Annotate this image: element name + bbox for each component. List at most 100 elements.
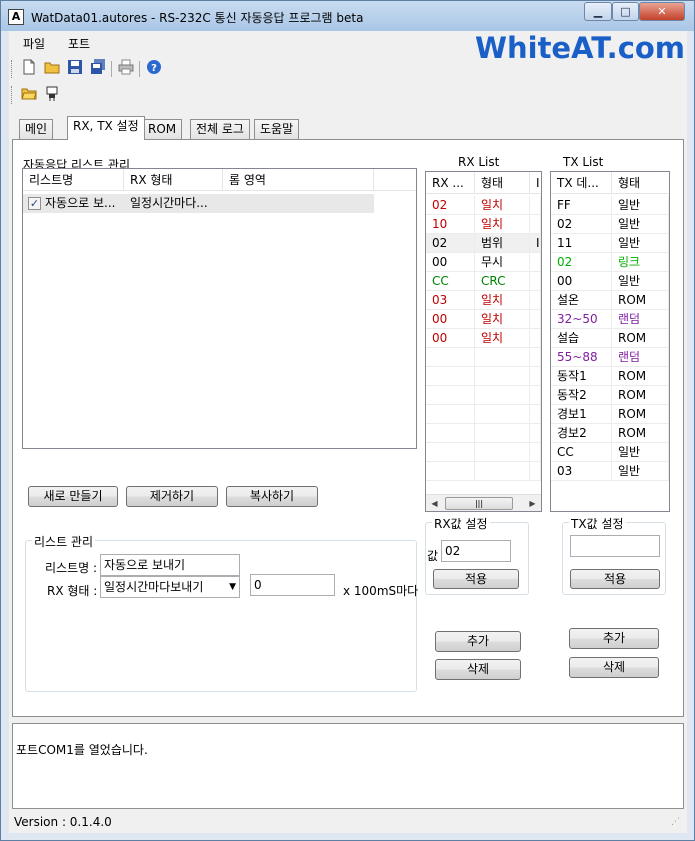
empty-grid-row: [426, 348, 541, 367]
tx-list-row[interactable]: 11 일반: [551, 234, 669, 253]
cell-rx-type: 범위: [475, 234, 530, 253]
column-header-rom-area[interactable]: 롬 영역: [223, 169, 374, 191]
tx-apply-button[interactable]: 적용: [570, 569, 660, 589]
empty-cell: [426, 348, 475, 367]
open-folder-icon[interactable]: [42, 59, 62, 79]
rx-apply-button[interactable]: 적용: [433, 569, 519, 589]
tab-rx-tx-settings[interactable]: RX, TX 설정: [67, 116, 145, 140]
new-file-icon[interactable]: [19, 59, 39, 79]
column-header-type[interactable]: 형태: [612, 172, 669, 194]
tab-full-log[interactable]: 전체 로그: [190, 119, 250, 139]
tx-list-row[interactable]: FF 일반: [551, 196, 669, 215]
list-name-field[interactable]: 자동으로 보내기: [100, 554, 240, 576]
cell-tx-type: ROM: [612, 386, 669, 405]
maximize-button[interactable]: □: [612, 2, 639, 21]
title-bar[interactable]: A WatData01.autores - RS-232C 통신 자동응답 프로…: [1, 1, 694, 31]
minimize-button[interactable]: ▁: [584, 2, 612, 21]
rx-value-field[interactable]: 02: [441, 540, 511, 562]
rx-list-row[interactable]: 03 일치: [426, 291, 541, 310]
column-header-rx-type[interactable]: RX 형태: [124, 169, 223, 191]
list-row[interactable]: ✓ 자동으로 보... 일정시간마다...: [23, 194, 374, 213]
tx-list-row[interactable]: 설습 ROM: [551, 329, 669, 348]
empty-cell: [475, 443, 530, 462]
logo: WhiteAT.com: [475, 31, 686, 65]
rx-type-select[interactable]: 일정시간마다보내기 ▼: [100, 576, 240, 598]
rx-add-button[interactable]: 추가: [435, 631, 521, 652]
version-label: Version : 0.1.4.0: [14, 815, 112, 829]
tx-list-row[interactable]: 경보1 ROM: [551, 405, 669, 424]
tx-list-row[interactable]: 경보2 ROM: [551, 424, 669, 443]
cell-rx-value: 00: [426, 329, 475, 348]
cell-tx-value: 경보2: [551, 424, 612, 443]
app-icon: A: [8, 9, 24, 25]
cell-tx-type: 일반: [612, 215, 669, 234]
rx-list-row[interactable]: 00 일치: [426, 310, 541, 329]
tx-list-row[interactable]: 설온 ROM: [551, 291, 669, 310]
interval-field[interactable]: 0: [250, 574, 335, 596]
rx-list-row[interactable]: 00 일치: [426, 329, 541, 348]
tx-list-row[interactable]: 동작1 ROM: [551, 367, 669, 386]
tx-value-field[interactable]: [570, 535, 660, 557]
menu-file[interactable]: 파일: [23, 35, 45, 52]
tx-list-row[interactable]: 02 일반: [551, 215, 669, 234]
cell-tx-value: 02: [551, 215, 612, 234]
column-header-tx-data[interactable]: TX 데...: [551, 172, 612, 194]
tab-help[interactable]: 도움말: [254, 119, 300, 139]
rx-list-row[interactable]: 10 일치: [426, 215, 541, 234]
save-icon[interactable]: [65, 59, 85, 79]
tab-label: ROM: [148, 122, 177, 136]
port-connector-icon[interactable]: [42, 85, 62, 105]
tab-main[interactable]: 메인: [19, 119, 54, 139]
rx-list-row[interactable]: 02 범위 I: [426, 234, 541, 253]
toolbar-grip[interactable]: [11, 86, 14, 104]
window-title: WatData01.autores - RS-232C 통신 자동응답 프로그램…: [31, 11, 364, 25]
menu-port[interactable]: 포트: [68, 35, 90, 52]
cell-rx-value: 00: [426, 253, 475, 272]
remove-button[interactable]: 제거하기: [126, 486, 218, 507]
log-panel[interactable]: 포트COM1를 열었습니다.: [12, 723, 684, 809]
copy-button[interactable]: 복사하기: [226, 486, 318, 507]
cell-tx-type: 일반: [612, 272, 669, 291]
print-icon[interactable]: [116, 59, 136, 79]
cell-rx-value: 10: [426, 215, 475, 234]
tx-list-row[interactable]: 32~50 랜덤: [551, 310, 669, 329]
save-all-icon[interactable]: [88, 59, 108, 79]
close-button[interactable]: ✕: [639, 2, 685, 21]
resize-grip-icon[interactable]: ⋰: [671, 817, 680, 827]
tab-label: RX, TX 설정: [73, 119, 139, 133]
cell-rx-extra: I: [530, 234, 541, 253]
column-header-rx-data[interactable]: RX ...: [426, 172, 475, 194]
tx-list-row[interactable]: CC 일반: [551, 443, 669, 462]
rx-list-row[interactable]: 02 일치: [426, 196, 541, 215]
tab-rom[interactable]: ROM: [142, 119, 183, 139]
rx-delete-button[interactable]: 삭제: [435, 659, 521, 680]
cell-tx-value: 동작1: [551, 367, 612, 386]
tx-add-button[interactable]: 추가: [569, 628, 659, 649]
auto-response-list[interactable]: 리스트명 RX 형태 롬 영역 ✓ 자동으로 보... 일정시간마다...: [22, 168, 417, 449]
scroll-left-icon[interactable]: ◀: [426, 495, 443, 511]
tx-delete-button[interactable]: 삭제: [569, 657, 659, 678]
scroll-right-icon[interactable]: ▶: [524, 495, 541, 511]
help-icon[interactable]: ?: [144, 59, 164, 79]
tx-list[interactable]: TX 데... 형태 FF 일반 02 일반 11 일반 02 링크 00 일반 설온 ROM 32~5…: [550, 171, 670, 512]
cell-tx-value: 02: [551, 253, 612, 272]
cell-tx-value: 11: [551, 234, 612, 253]
new-button[interactable]: 새로 만들기: [28, 486, 118, 507]
tx-list-row[interactable]: 동작2 ROM: [551, 386, 669, 405]
column-header-list-name[interactable]: 리스트명: [23, 169, 124, 191]
toolbar-grip[interactable]: [11, 60, 14, 78]
tx-list-row[interactable]: 55~88 랜덤: [551, 348, 669, 367]
rx-list-row[interactable]: 00 무시: [426, 253, 541, 272]
chevron-down-icon[interactable]: ▼: [229, 577, 236, 597]
rx-list-scrollbar[interactable]: ◀ ||| ▶: [426, 494, 541, 511]
column-header-extra[interactable]: I: [530, 172, 541, 194]
column-header-type[interactable]: 형태: [475, 172, 530, 194]
open-folder-icon[interactable]: [19, 85, 39, 105]
rx-list[interactable]: RX ... 형태 I 02 일치 10 일치 02 범위 I 00 무시 CC CRC 03 일치 00…: [425, 171, 542, 512]
tab-label: 도움말: [260, 122, 294, 136]
tx-list-row[interactable]: 02 링크: [551, 253, 669, 272]
rx-list-row[interactable]: CC CRC: [426, 272, 541, 291]
tx-list-row[interactable]: 00 일반: [551, 272, 669, 291]
tx-list-row[interactable]: 03 일반: [551, 462, 669, 481]
scroll-thumb[interactable]: |||: [445, 497, 513, 510]
